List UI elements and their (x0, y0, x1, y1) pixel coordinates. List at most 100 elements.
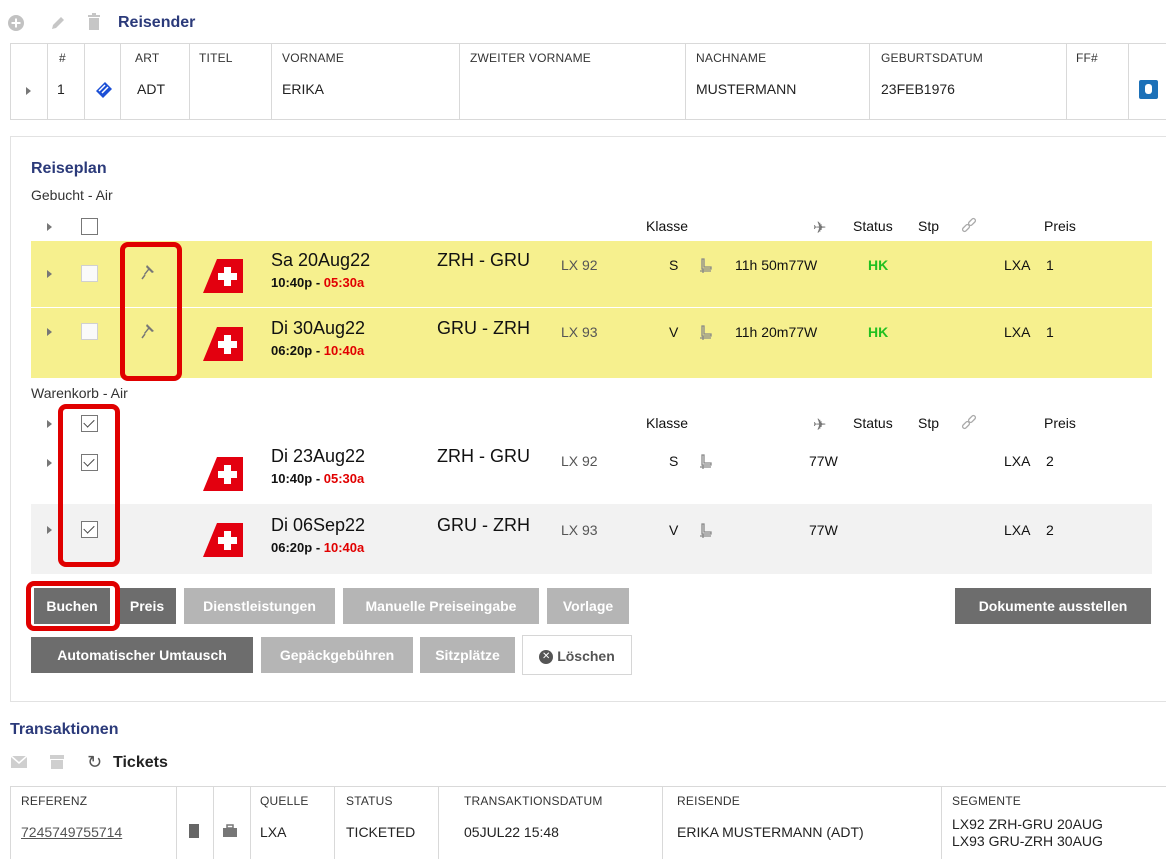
segment-times: 06:20p - 10:40a (271, 343, 365, 358)
segment-flight[interactable]: LX 92 (561, 257, 598, 273)
segment-checkbox[interactable] (81, 265, 98, 282)
segment-times: 06:20p - 10:40a (271, 540, 365, 555)
col-divider (1066, 43, 1067, 119)
briefcase-icon[interactable] (222, 824, 238, 841)
seat-map-icon[interactable] (697, 454, 713, 470)
transaction-segment-2: LX93 GRU-ZRH 30AUG (952, 833, 1103, 849)
add-icon[interactable] (8, 15, 24, 34)
expand-row-icon[interactable] (47, 270, 52, 278)
seat-map-icon[interactable] (697, 523, 713, 539)
select-all-booked-checkbox[interactable] (81, 218, 98, 235)
col-stp-label: Stp (918, 415, 940, 431)
segment-preis: 1 (1046, 324, 1054, 340)
airline-logo-icon (203, 519, 243, 562)
segment-klasse: V (669, 522, 679, 538)
booked-label: Gebucht - Air (31, 187, 113, 203)
segment-preis: 2 (1046, 522, 1054, 538)
airline-logo-icon (203, 453, 243, 496)
select-all-cart-checkbox[interactable] (81, 415, 98, 432)
dokumente-ausstellen-button[interactable]: Dokumente ausstellen (955, 588, 1151, 624)
tickets-label: Tickets (113, 754, 168, 771)
loeschen-label: Löschen (557, 648, 615, 664)
gepaeckgebuehren-button[interactable]: Gepäckgebühren (261, 637, 413, 673)
segment-checkbox[interactable] (81, 454, 98, 471)
pin-icon[interactable] (141, 322, 157, 343)
expand-row-icon[interactable] (47, 328, 52, 336)
seat-map-icon[interactable] (697, 325, 713, 341)
segment-date: Di 23Aug22 (271, 446, 366, 466)
col-divider (685, 43, 686, 119)
expand-row-icon[interactable] (47, 459, 52, 467)
col-divider (47, 43, 48, 119)
segment-flight[interactable]: LX 93 (561, 324, 598, 340)
expand-row-icon[interactable] (47, 526, 52, 534)
transaction-datum: 05JUL22 15:48 (464, 824, 559, 840)
segment-date: Sa 20Aug22 (271, 250, 371, 270)
segment-times: 10:40p - 05:30a (271, 471, 365, 486)
cart-segment-row[interactable]: Di 06Sep22 06:20p - 10:40a GRU - ZRH LX … (31, 504, 1152, 574)
traveler-geburtsdatum: 23FEB1976 (881, 81, 955, 97)
col-header-nachname: NACHNAME (696, 51, 767, 65)
col-divider (662, 786, 663, 859)
col-header-status: STATUS (346, 794, 393, 808)
buchen-button[interactable]: Buchen (34, 588, 110, 624)
dienstleistungen-button[interactable]: Dienstleistungen (184, 588, 335, 624)
col-divider (189, 43, 190, 119)
refresh-icon[interactable]: ↻ (87, 752, 102, 773)
segment-status: HK (868, 324, 889, 340)
plane-icon: ✈ (813, 220, 827, 237)
plane-icon: ✈ (813, 417, 827, 434)
automatischer-umtausch-button[interactable]: Automatischer Umtausch (31, 637, 253, 673)
col-divider (250, 786, 251, 859)
loeschen-button[interactable]: ✕ Löschen (522, 635, 632, 675)
segment-duration-equipment: 11h 20m77W (735, 324, 818, 340)
profile-badge-icon[interactable] (1139, 80, 1158, 99)
trash-icon[interactable] (86, 13, 102, 34)
manuelle-preiseingabe-button[interactable]: Manuelle Preiseingabe (343, 588, 539, 624)
sitzplaetze-button[interactable]: Sitzplätze (420, 637, 515, 673)
vorlage-button[interactable]: Vorlage (547, 588, 629, 624)
col-divider (869, 43, 870, 119)
segment-date: Di 30Aug22 (271, 318, 366, 338)
document-icon[interactable] (188, 823, 200, 842)
segment-duration-equipment: 11h 50m77W (735, 257, 818, 273)
airline-logo-icon (203, 323, 243, 366)
segment-times: 10:40p - 05:30a (271, 275, 365, 290)
segment-route: ZRH - GRU (437, 446, 530, 466)
col-header-vorname: VORNAME (282, 51, 345, 65)
segment-flight[interactable]: LX 93 (561, 522, 598, 538)
col-divider (176, 786, 177, 859)
col-header-transaktionsdatum: TRANSAKTIONSDATUM (464, 794, 603, 808)
segment-checkbox[interactable] (81, 323, 98, 340)
segment-carrier: LXA (1004, 522, 1031, 538)
col-divider (213, 786, 214, 859)
segment-carrier: LXA (1004, 453, 1031, 469)
col-status-label: Status (853, 415, 893, 431)
col-header-quelle: QUELLE (260, 794, 309, 808)
cart-segment-row[interactable]: Di 23Aug22 10:40p - 05:30a ZRH - GRU LX … (31, 439, 1152, 503)
col-divider (438, 786, 439, 859)
archive-icon[interactable] (49, 754, 65, 773)
ticket-reference-link[interactable]: 7245749755714 (21, 824, 122, 840)
mail-icon[interactable] (10, 755, 28, 772)
traveler-art: ADT (137, 81, 165, 97)
segment-flight[interactable]: LX 92 (561, 453, 598, 469)
link-icon (960, 217, 978, 238)
pin-icon[interactable] (141, 263, 157, 284)
seat-map-icon[interactable] (697, 258, 713, 274)
segment-date: Di 06Sep22 (271, 515, 366, 535)
col-header-reisende: REISENDE (677, 794, 740, 808)
preis-button[interactable]: Preis (118, 588, 176, 624)
booked-segment-row[interactable]: Di 30Aug22 06:20p - 10:40a GRU - ZRH LX … (31, 308, 1152, 378)
booked-segment-row[interactable]: Sa 20Aug22 10:40p - 05:30a ZRH - GRU LX … (31, 241, 1152, 307)
col-klasse-label: Klasse (646, 218, 689, 234)
expand-row-icon[interactable] (26, 87, 31, 95)
segment-status: HK (868, 257, 889, 273)
segment-checkbox[interactable] (81, 521, 98, 538)
expand-all-cart-icon[interactable] (47, 420, 52, 428)
transaction-segment-1: LX92 ZRH-GRU 20AUG (952, 816, 1103, 832)
transaction-quelle: LXA (260, 824, 287, 840)
expand-all-booked-icon[interactable] (47, 223, 52, 231)
edit-icon[interactable] (49, 14, 67, 35)
col-header-referenz: REFERENZ (21, 794, 88, 808)
